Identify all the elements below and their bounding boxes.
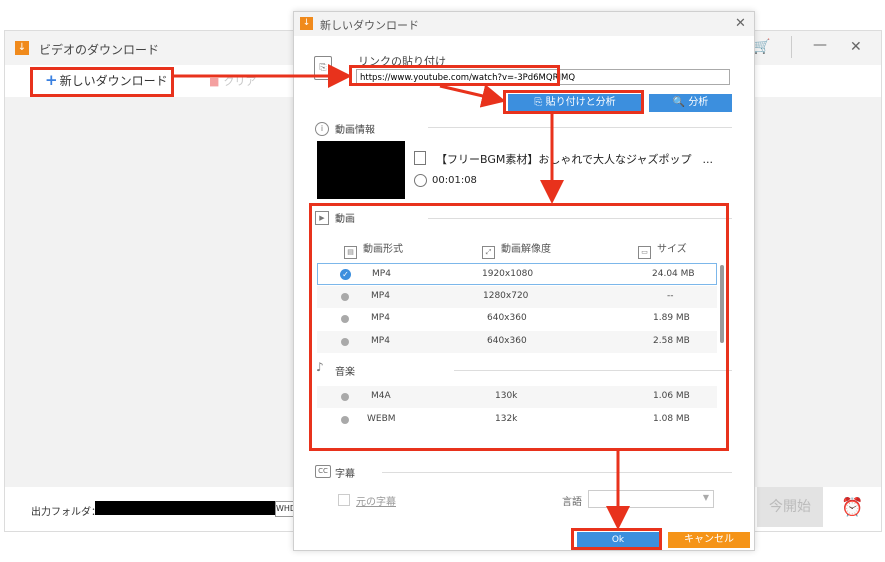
- analyze-label: 分析: [688, 97, 709, 108]
- clipboard-icon: ⎘: [314, 56, 332, 80]
- chevron-down-icon: ▼: [702, 493, 709, 502]
- clear-button[interactable]: ■ クリア: [209, 73, 256, 89]
- highlight-ok-button: [571, 528, 662, 550]
- original-subtitle-label[interactable]: 元の字幕: [356, 493, 396, 508]
- analyze-button[interactable]: 🔍 分析: [649, 94, 732, 112]
- highlight-url-input: [349, 65, 560, 86]
- divider: [428, 127, 732, 128]
- language-label: 言語: [562, 497, 582, 508]
- clock-icon: [414, 174, 427, 187]
- clear-label: クリア: [223, 75, 257, 88]
- highlight-paste-button: [503, 90, 644, 114]
- minimize-icon[interactable]: —: [813, 37, 827, 53]
- closed-caption-icon: CC: [315, 465, 331, 478]
- cancel-button[interactable]: キャンセル: [668, 532, 750, 548]
- info-icon: i: [315, 122, 329, 136]
- video-title: 【フリーBGM素材】おしゃれで大人なジャズポップ ...: [436, 153, 713, 166]
- close-icon[interactable]: ✕: [850, 39, 862, 55]
- title-divider: [791, 36, 792, 58]
- app-logo-icon: ↓: [15, 41, 29, 55]
- divider: [382, 472, 732, 473]
- document-icon: [414, 151, 426, 165]
- language-select[interactable]: ▼: [588, 490, 714, 508]
- original-subtitle-checkbox[interactable]: [338, 494, 350, 506]
- alarm-clock-icon[interactable]: ⏰: [841, 497, 863, 518]
- search-icon: 🔍: [672, 97, 689, 108]
- highlight-new-download: [30, 67, 174, 97]
- video-info-heading: 動画情報: [335, 125, 375, 136]
- start-button[interactable]: 今開始: [757, 487, 823, 527]
- output-folder-label: 出力フォルダ：: [31, 507, 101, 518]
- dialog-logo-icon: ↓: [300, 17, 313, 30]
- dialog-title: 新しいダウンロード: [320, 19, 419, 32]
- dialog-close-icon[interactable]: ✕: [735, 16, 746, 31]
- cart-icon[interactable]: 🛒: [753, 39, 770, 55]
- dialog-title-bar: ↓ 新しいダウンロード ✕: [294, 12, 754, 36]
- trash-icon: ■: [209, 75, 220, 88]
- output-folder-path[interactable]: [95, 501, 275, 515]
- app-title: ビデオのダウンロード: [39, 43, 160, 57]
- video-duration: 00:01:08: [432, 175, 477, 186]
- video-thumbnail: [317, 141, 405, 199]
- highlight-format-list: [309, 203, 729, 451]
- subtitle-section-heading: 字幕: [335, 469, 355, 480]
